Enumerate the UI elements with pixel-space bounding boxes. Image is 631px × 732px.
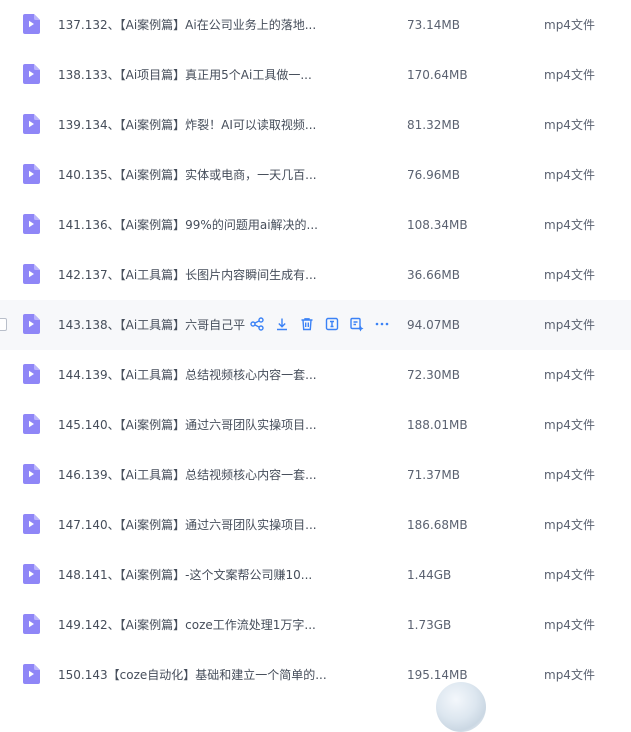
file-size: 76.96MB [407,168,460,182]
row-checkbox[interactable] [0,318,7,331]
file-type: mp4文件 [544,368,595,382]
share-icon[interactable] [249,316,265,332]
file-type: mp4文件 [544,68,595,82]
video-file-icon [22,64,40,84]
video-file-icon [22,464,40,484]
file-name[interactable]: 141.136、【Ai案例篇】99%的问题用ai解决的... [58,217,318,233]
file-size: 72.30MB [407,368,460,382]
file-name[interactable]: 139.134、【Ai案例篇】炸裂！AI可以读取视频... [58,117,316,133]
file-name[interactable]: 146.139、【Ai工具篇】总结视频核心内容一套... [58,467,317,483]
file-size: 94.07MB [407,318,460,332]
file-size: 186.68MB [407,518,468,532]
file-row[interactable]: 138.133、【Ai项目篇】真正用5个Ai工具做一... 170.64MB mp4… [0,50,631,100]
file-size: 195.14MB [407,668,468,682]
file-name[interactable]: 137.132、【Ai案例篇】Ai在公司业务上的落地... [58,17,316,33]
delete-icon[interactable] [299,316,315,332]
file-type: mp4文件 [544,418,595,432]
file-row[interactable]: 146.139、【Ai工具篇】总结视频核心内容一套... 71.37MB mp4文件 [0,450,631,500]
file-row[interactable]: 137.132、【Ai案例篇】Ai在公司业务上的落地... 73.14MB mp4文… [0,0,631,50]
file-type: mp4文件 [544,318,595,332]
file-type: mp4文件 [544,18,595,32]
file-type: mp4文件 [544,168,595,182]
video-file-icon [22,114,40,134]
file-list: 137.132、【Ai案例篇】Ai在公司业务上的落地... 73.14MB mp4文… [0,0,631,700]
file-type: mp4文件 [544,118,595,132]
video-file-icon [22,564,40,584]
file-type: mp4文件 [544,518,595,532]
file-name[interactable]: 145.140、【Ai案例篇】通过六哥团队实操项目... [58,417,317,433]
file-size: 71.37MB [407,468,460,482]
file-name[interactable]: 138.133、【Ai项目篇】真正用5个Ai工具做一... [58,67,312,83]
floating-assistant-orb[interactable] [436,682,486,732]
file-type: mp4文件 [544,568,595,582]
video-file-icon [22,664,40,684]
file-name[interactable]: 142.137、【Ai工具篇】长图片内容瞬间生成有... [58,267,317,283]
file-row[interactable]: 143.138、【Ai工具篇】六哥自己平 94.07MB mp4文件 [0,300,631,350]
file-row[interactable]: 142.137、【Ai工具篇】长图片内容瞬间生成有... 36.66MB mp4文件 [0,250,631,300]
file-type: mp4文件 [544,268,595,282]
file-size: 1.73GB [407,618,452,632]
video-file-icon [22,214,40,234]
rename-icon[interactable] [324,316,340,332]
file-row[interactable]: 145.140、【Ai案例篇】通过六哥团队实操项目... 188.01MB mp4文… [0,400,631,450]
file-size: 73.14MB [407,18,460,32]
ai-assistant-icon[interactable] [349,316,365,332]
video-file-icon [22,364,40,384]
file-type: mp4文件 [544,218,595,232]
file-size: 81.32MB [407,118,460,132]
file-row[interactable]: 139.134、【Ai案例篇】炸裂！AI可以读取视频... 81.32MB mp4文… [0,100,631,150]
file-size: 1.44GB [407,568,452,582]
file-name[interactable]: 150.143【coze自动化】基础和建立一个简单的... [58,667,327,683]
file-name[interactable]: 148.141、【Ai案例篇】-这个文案帮公司赚10... [58,567,312,583]
file-row[interactable]: 144.139、【Ai工具篇】总结视频核心内容一套... 72.30MB mp4文件 [0,350,631,400]
file-name[interactable]: 140.135、【Ai案例篇】实体或电商，一天几百... [58,167,317,183]
file-row[interactable]: 149.142、【Ai案例篇】coze工作流处理1万字... 1.73GB mp4文… [0,600,631,650]
file-row[interactable]: 140.135、【Ai案例篇】实体或电商，一天几百... 76.96MB mp4文件 [0,150,631,200]
file-name[interactable]: 147.140、【Ai案例篇】通过六哥团队实操项目... [58,517,317,533]
file-row[interactable]: 141.136、【Ai案例篇】99%的问题用ai解决的... 108.34MB mp… [0,200,631,250]
video-file-icon [22,164,40,184]
file-row[interactable]: 147.140、【Ai案例篇】通过六哥团队实操项目... 186.68MB mp4文… [0,500,631,550]
video-file-icon [22,264,40,284]
video-file-icon [22,314,40,334]
download-icon[interactable] [274,316,290,332]
file-size: 170.64MB [407,68,468,82]
more-icon[interactable] [374,316,390,332]
video-file-icon [22,614,40,634]
file-name[interactable]: 149.142、【Ai案例篇】coze工作流处理1万字... [58,617,316,633]
file-name[interactable]: 144.139、【Ai工具篇】总结视频核心内容一套... [58,367,317,383]
file-type: mp4文件 [544,468,595,482]
video-file-icon [22,414,40,434]
file-name[interactable]: 143.138、【Ai工具篇】六哥自己平 [58,317,245,333]
file-type: mp4文件 [544,668,595,682]
file-row[interactable]: 148.141、【Ai案例篇】-这个文案帮公司赚10... 1.44GB mp4文件 [0,550,631,600]
file-row[interactable]: 150.143【coze自动化】基础和建立一个简单的... 195.14MB mp4… [0,650,631,700]
file-size: 108.34MB [407,218,468,232]
video-file-icon [22,514,40,534]
file-size: 188.01MB [407,418,468,432]
video-file-icon [22,14,40,34]
file-type: mp4文件 [544,618,595,632]
file-size: 36.66MB [407,268,460,282]
